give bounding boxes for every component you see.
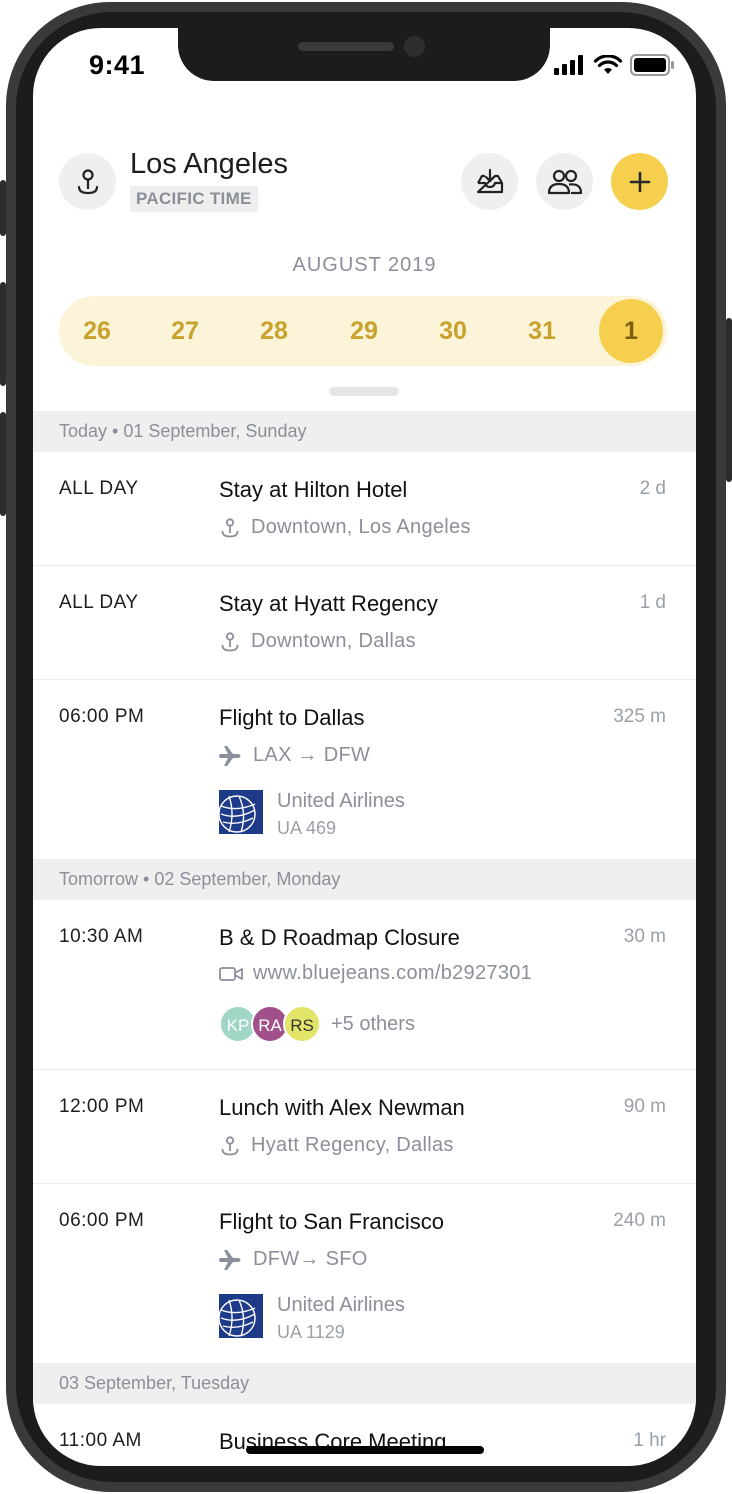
flight-route: DFW→ SFO (219, 1248, 368, 1271)
app-screen: 9:41 Los Angeles PACIFIC TIME AUGUST 201… (33, 28, 696, 1466)
airline-name: United Airlines (277, 1294, 405, 1316)
airline-text: United Airlines UA 469 (277, 790, 405, 839)
attendees[interactable]: KP RA RS +5 others (219, 1005, 415, 1043)
date-27[interactable]: 27 (150, 296, 220, 366)
flight-route-text: DFW→ SFO (253, 1248, 368, 1270)
event-time: ALL DAY (59, 478, 139, 499)
date-28[interactable]: 28 (239, 296, 309, 366)
power-button (726, 318, 732, 482)
event-row[interactable]: 12:00 PM Lunch with Alex Newman 90 m Hya… (33, 1070, 696, 1184)
event-title: Flight to Dallas (219, 705, 365, 730)
event-time: ALL DAY (59, 592, 139, 613)
event-title: Lunch with Alex Newman (219, 1095, 465, 1120)
location-pin-icon (77, 168, 98, 194)
section-header-sep-03: 03 September, Tuesday (33, 1363, 696, 1404)
home-indicator[interactable] (246, 1446, 484, 1454)
event-time: 06:00 PM (59, 706, 145, 727)
flight-number: UA 1129 (277, 1322, 345, 1342)
video-camera-icon (219, 966, 243, 981)
event-title: B & D Roadmap Closure (219, 925, 460, 950)
meeting-link-text: www.bluejeans.com/b2927301 (253, 962, 533, 984)
meeting-link[interactable]: www.bluejeans.com/b2927301 (219, 962, 532, 985)
airline-logo (219, 790, 263, 834)
signal-icon (554, 55, 583, 75)
airline-info: United Airlines UA 469 (219, 790, 405, 839)
front-camera (404, 36, 425, 57)
airline-text: United Airlines UA 1129 (277, 1294, 405, 1343)
wifi-icon (594, 55, 622, 74)
event-duration: 1 hr (633, 1430, 666, 1451)
date-26[interactable]: 26 (62, 296, 132, 366)
volume-up-button (0, 282, 6, 386)
timezone-badge: PACIFIC TIME (130, 186, 258, 212)
location-button[interactable] (59, 153, 116, 210)
event-location: Downtown, Los Angeles (219, 516, 471, 539)
notch (178, 28, 550, 81)
flight-route: LAX → DFW (219, 744, 370, 767)
airplane-icon (219, 745, 241, 766)
location-pin-icon (221, 517, 239, 537)
event-row[interactable]: 10:30 AM B & D Roadmap Closure 30 m www.… (33, 900, 696, 1070)
flight-number: UA 469 (277, 818, 337, 838)
event-location-text: Hyatt Regency, Dallas (251, 1134, 454, 1156)
event-duration: 240 m (613, 1210, 666, 1231)
silent-switch (0, 180, 6, 236)
event-row[interactable]: 06:00 PM Flight to San Francisco 240 m D… (33, 1184, 696, 1365)
section-header-tomorrow: Tomorrow • 02 September, Monday (33, 859, 696, 900)
inbox-button[interactable] (461, 153, 518, 210)
inbox-download-icon (476, 168, 503, 193)
event-location-text: Downtown, Los Angeles (251, 516, 471, 538)
airline-logo (219, 1294, 263, 1338)
event-duration: 30 m (623, 926, 666, 947)
date-31[interactable]: 31 (507, 296, 577, 366)
event-duration: 1 d (639, 592, 666, 613)
event-location-text: Downtown, Dallas (251, 630, 416, 652)
date-30[interactable]: 30 (418, 296, 488, 366)
event-duration: 90 m (623, 1096, 666, 1117)
airplane-icon (219, 1249, 241, 1270)
event-location: Downtown, Dallas (219, 630, 416, 653)
event-row[interactable]: ALL DAY Stay at Hilton Hotel 2 d Downtow… (33, 452, 696, 566)
date-strip: 26 27 28 29 30 31 1 (59, 296, 667, 366)
airline-info: United Airlines UA 1129 (219, 1294, 405, 1343)
location-pin-icon (221, 1135, 239, 1155)
plus-icon (629, 171, 650, 192)
event-location: Hyatt Regency, Dallas (219, 1134, 454, 1157)
event-title: Stay at Hilton Hotel (219, 477, 408, 502)
event-duration: 325 m (613, 706, 666, 727)
event-row[interactable]: ALL DAY Stay at Hyatt Regency 1 d Downto… (33, 566, 696, 680)
status-icons (554, 54, 674, 76)
event-time: 12:00 PM (59, 1096, 145, 1117)
event-row[interactable]: 06:00 PM Flight to Dallas 325 m LAX → DF… (33, 680, 696, 861)
event-time: 06:00 PM (59, 1210, 145, 1231)
section-header-today: Today • 01 September, Sunday (33, 411, 696, 452)
volume-down-button (0, 412, 6, 516)
date-29[interactable]: 29 (329, 296, 399, 366)
date-1-selected[interactable]: 1 (599, 299, 663, 363)
battery-icon (630, 54, 674, 76)
month-label: AUGUST 2019 (292, 254, 437, 276)
event-time: 11:00 AM (59, 1430, 142, 1451)
event-title: Stay at Hyatt Regency (219, 591, 438, 616)
speaker (298, 42, 394, 51)
status-time: 9:41 (89, 50, 146, 80)
airline-name: United Airlines (277, 790, 405, 812)
add-event-button[interactable] (611, 153, 668, 210)
flight-route-text: LAX → DFW (253, 744, 371, 766)
event-title: Flight to San Francisco (219, 1209, 444, 1234)
people-icon (547, 169, 582, 194)
event-duration: 2 d (639, 478, 666, 499)
others-count: +5 others (331, 1012, 415, 1035)
drag-handle[interactable] (329, 387, 399, 396)
event-row[interactable]: 11:00 AM Business Core Meeting 1 hr (33, 1404, 696, 1466)
location-pin-icon (221, 631, 239, 651)
people-button[interactable] (536, 153, 593, 210)
city-title: Los Angeles (130, 148, 289, 180)
event-time: 10:30 AM (59, 926, 144, 947)
avatar: RS (283, 1005, 321, 1043)
